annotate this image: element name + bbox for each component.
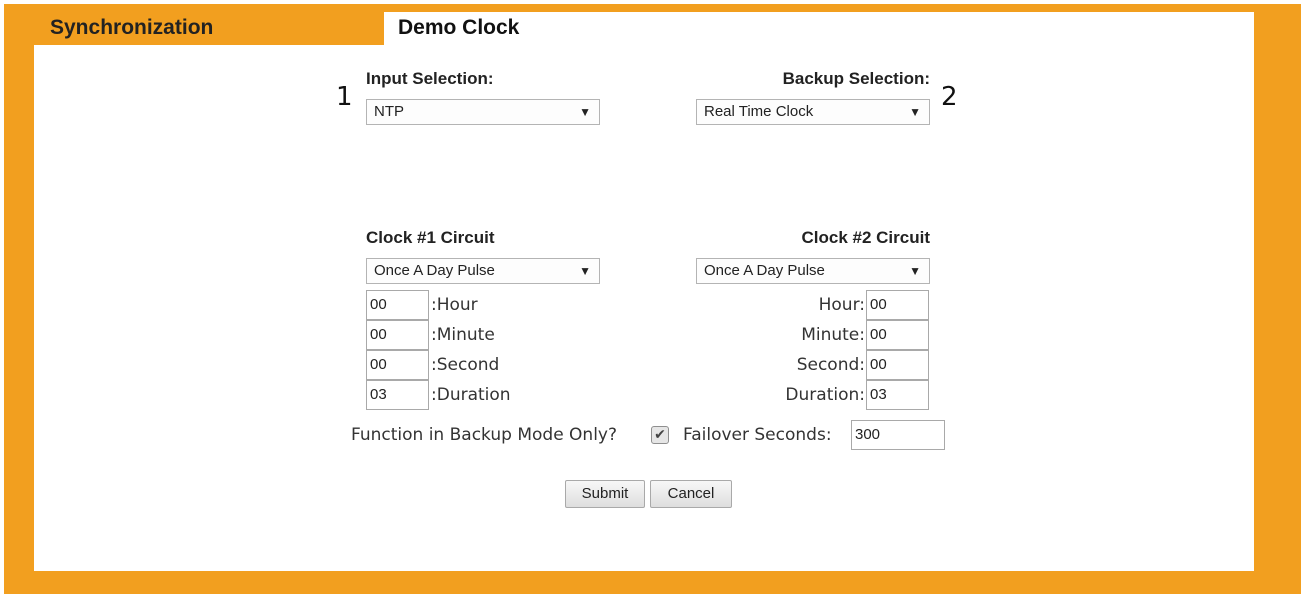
cancel-button[interactable]: Cancel <box>650 480 732 508</box>
clock1-second-label: :Second <box>431 355 500 375</box>
chevron-down-icon: ▼ <box>909 105 921 119</box>
tab-synchronization[interactable]: Synchronization <box>34 12 384 45</box>
clock1-hour-input[interactable]: 00 <box>366 290 429 320</box>
clock2-minute-input[interactable]: 00 <box>866 320 929 350</box>
clock1-duration-label: :Duration <box>431 385 511 405</box>
chevron-down-icon: ▼ <box>579 105 591 119</box>
failover-seconds-label: Failover Seconds: <box>683 425 832 445</box>
clock2-mode-value: Once A Day Pulse <box>704 262 825 279</box>
input-selection-label: Input Selection: <box>366 69 494 88</box>
clock2-hour-input[interactable]: 00 <box>866 290 929 320</box>
marker-2: 2 <box>941 82 958 112</box>
clock1-mode-value: Once A Day Pulse <box>374 262 495 279</box>
backup-selection-dropdown[interactable]: Real Time Clock ▼ <box>696 99 930 125</box>
clock2-title: Clock #2 Circuit <box>801 228 931 247</box>
clock2-duration-input[interactable]: 03 <box>866 380 929 410</box>
backup-mode-only-label: Function in Backup Mode Only? <box>351 425 618 445</box>
clock1-minute-input[interactable]: 00 <box>366 320 429 350</box>
clock2-mode-dropdown[interactable]: Once A Day Pulse ▼ <box>696 258 930 284</box>
tab-demo-clock[interactable]: Demo Clock <box>384 12 1254 45</box>
clock1-second-input[interactable]: 00 <box>366 350 429 380</box>
clock1-title: Clock #1 Circuit <box>366 228 495 247</box>
clock2-duration-label: Duration: <box>785 385 865 405</box>
clock2-second-input[interactable]: 00 <box>866 350 929 380</box>
chevron-down-icon: ▼ <box>579 264 591 278</box>
checkmark-icon: ✔ <box>654 427 666 443</box>
clock2-minute-label: Minute: <box>801 325 865 345</box>
clock1-duration-input[interactable]: 03 <box>366 380 429 410</box>
clock1-mode-dropdown[interactable]: Once A Day Pulse ▼ <box>366 258 600 284</box>
submit-button[interactable]: Submit <box>565 480 645 508</box>
clock1-hour-label: :Hour <box>431 295 478 315</box>
chevron-down-icon: ▼ <box>909 264 921 278</box>
clock2-second-label: Second: <box>796 355 865 375</box>
clock1-minute-label: :Minute <box>431 325 495 345</box>
backup-mode-only-checkbox[interactable]: ✔ <box>651 426 669 444</box>
backup-selection-label: Backup Selection: <box>782 69 930 88</box>
input-selection-value: NTP <box>374 103 404 120</box>
clock2-hour-label: Hour: <box>818 295 865 315</box>
failover-seconds-input[interactable]: 300 <box>851 420 945 450</box>
backup-selection-value: Real Time Clock <box>704 103 814 120</box>
input-selection-dropdown[interactable]: NTP ▼ <box>366 99 600 125</box>
marker-1: 1 <box>336 82 353 112</box>
